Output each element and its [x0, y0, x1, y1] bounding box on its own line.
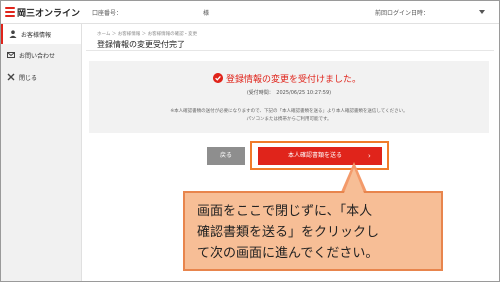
chevron-down-icon[interactable] — [479, 10, 485, 14]
callout-text: 画面をここで閉じずに、「本人 確認書類を送る」をクリックし て次の画面に進んでく… — [197, 201, 437, 264]
send-button-label: 本人確認書類を送る — [288, 152, 343, 159]
sidebar-item-label: 閉じる — [19, 75, 38, 82]
completion-panel: 登録情報の変更を受付けました。 (受付時間： 2025/06/25 10:27:… — [89, 61, 489, 133]
instruction-callout: 画面をここで閉じずに、「本人 確認書類を送る」をクリックし て次の画面に進んでく… — [183, 191, 443, 271]
instruction-note: ※本人確認書類の送付が必要になりますので、下記の「本人確認書類を送る」より本人確… — [170, 109, 408, 114]
logo-icon — [5, 7, 15, 17]
check-circle-icon — [213, 73, 223, 83]
last-login-label: 前回ログイン日時： — [375, 10, 430, 17]
instruction-note: パソコンまたは携帯からご利用可能です。 — [246, 117, 332, 122]
breadcrumb: ホーム ＞ お客様情報 ＞ お客様情報の確認・変更 — [97, 32, 198, 37]
callout-line: 確認書類を送る」をクリックし — [197, 225, 380, 240]
sidebar: お客様情報 お問い合わせ 閉じる — [1, 24, 82, 281]
received-timestamp: (受付時間： 2025/06/25 10:27:59) — [246, 90, 332, 96]
user-honorific: 様 — [203, 10, 210, 17]
sidebar-item-label: お問い合わせ — [19, 53, 56, 60]
account-number-label: 口座番号： — [92, 10, 123, 17]
logo-text: 岡三オンライン — [17, 9, 81, 19]
close-icon — [7, 73, 15, 81]
callout-pointer-fill — [344, 168, 364, 193]
sidebar-item-close[interactable]: 閉じる — [1, 67, 81, 87]
header: 岡三オンライン 口座番号： 様 前回ログイン日時： — [1, 1, 499, 24]
callout-line: て次の画面に進んでください。 — [197, 246, 379, 261]
person-icon — [9, 30, 17, 38]
sidebar-item-label: お客様情報 — [21, 32, 52, 39]
callout-line: 画面をここで閉じずに、「本人 — [197, 204, 373, 219]
back-button[interactable]: 戻る — [207, 147, 245, 165]
divider — [86, 50, 494, 51]
sidebar-item-inquiry[interactable]: お問い合わせ — [1, 45, 81, 65]
completion-message: 登録情報の変更を受付けました。 — [226, 75, 362, 85]
mail-icon — [7, 52, 15, 58]
chevron-right-icon: › — [368, 152, 371, 160]
sidebar-item-customer-info[interactable]: お客様情報 — [1, 24, 81, 44]
page-title: 登録情報の変更受付完了 — [97, 40, 185, 49]
